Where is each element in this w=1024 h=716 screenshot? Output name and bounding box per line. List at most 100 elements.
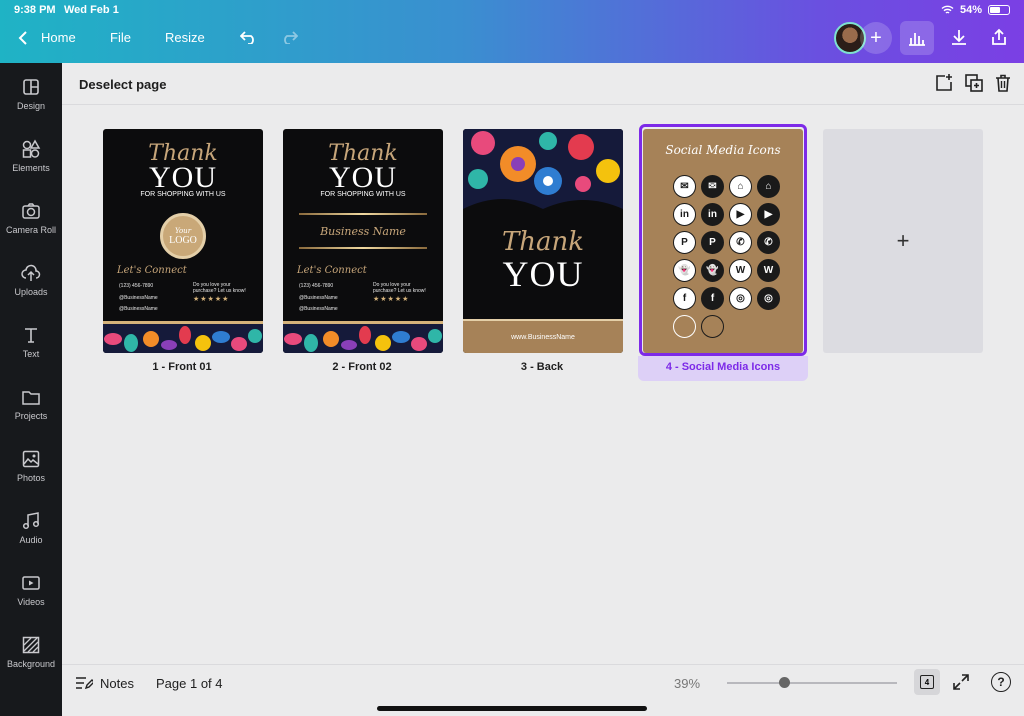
insights-button[interactable] — [900, 21, 934, 55]
resize-button[interactable]: Resize — [165, 30, 205, 45]
page-thumbnail-2[interactable]: Thank YOU FOR SHOPPING WITH US Business … — [283, 129, 443, 353]
shopping-text: FOR SHOPPING WITH US — [320, 191, 406, 198]
file-menu-button[interactable]: File — [110, 30, 131, 45]
download-button[interactable] — [948, 26, 970, 48]
sidebar-item-label: Background — [6, 659, 56, 669]
floral-strip — [103, 321, 263, 353]
sidebar-item-projects[interactable]: Projects — [0, 373, 62, 423]
page-header: Deselect page — [62, 63, 1024, 105]
fullscreen-icon[interactable] — [953, 674, 969, 690]
sidebar-item-audio[interactable]: Audio — [0, 497, 62, 547]
page-label-3: 3 - Back — [520, 361, 564, 373]
status-time: 9:38 PM — [14, 4, 56, 16]
phone-text: (123) 456-7890 — [119, 283, 154, 289]
top-bar: 9:38 PM Wed Feb 1 54% Home File Resize + — [0, 0, 1024, 63]
page-thumbnail-3[interactable]: Thank YOU www.BusinessName — [463, 129, 623, 353]
sidebar-item-background[interactable]: Background — [0, 621, 62, 671]
background-pattern-icon — [22, 636, 40, 654]
website-band: www.BusinessName — [463, 319, 623, 353]
deselect-page-button[interactable]: Deselect page — [79, 77, 166, 92]
music-note-icon — [22, 512, 40, 530]
add-page-button[interactable]: + — [823, 129, 983, 353]
sidebar-item-label: Videos — [17, 597, 45, 607]
logo-bottom-text: LOGO — [169, 234, 197, 246]
sidebar-item-text[interactable]: Text — [0, 311, 62, 361]
undo-button[interactable] — [238, 26, 260, 48]
zoom-level[interactable]: 39% — [674, 676, 700, 691]
file-label: File — [110, 30, 131, 45]
plus-icon: + — [870, 26, 882, 49]
page-grid-button[interactable]: 4 — [914, 669, 940, 695]
home-label: Home — [41, 30, 76, 45]
love-text: Do you love your purchase? Let us know! — [373, 282, 426, 294]
status-bar: 9:38 PM Wed Feb 1 54% — [14, 4, 1010, 18]
rating-stars: ★★★★★ — [373, 296, 410, 303]
notes-button[interactable]: Notes — [100, 676, 134, 691]
sidebar-item-uploads[interactable]: Uploads — [0, 249, 62, 299]
notes-icon[interactable] — [75, 675, 93, 691]
sidebar: Design Elements Camera Roll Uploads Text… — [0, 63, 62, 716]
logo-placeholder: Your LOGO — [160, 213, 206, 259]
page-label-1: 1 - Front 01 — [152, 361, 212, 373]
sidebar-item-label: Projects — [14, 411, 48, 421]
home-button[interactable]: Home — [18, 30, 76, 45]
invite-button[interactable]: + — [860, 22, 892, 54]
page-count-badge: 4 — [920, 675, 934, 689]
page-label-2: 2 - Front 02 — [332, 361, 392, 373]
connect-script: Let's Connect — [117, 265, 187, 276]
you-heading: YOU — [149, 161, 217, 194]
share-button[interactable] — [988, 26, 1010, 48]
selected-page-frame — [639, 124, 807, 356]
status-right: 54% — [941, 4, 1010, 16]
redo-button[interactable] — [278, 26, 300, 48]
share-icon — [992, 28, 1006, 45]
handle-text: @BusinessName — [119, 306, 158, 312]
battery-percent: 54% — [959, 4, 982, 16]
layout-icon — [23, 79, 39, 95]
duplicate-page-icon[interactable] — [964, 73, 984, 93]
sidebar-item-label: Audio — [19, 535, 43, 545]
plus-icon: + — [896, 228, 910, 253]
shopping-text: FOR SHOPPING WITH US — [140, 191, 226, 198]
sidebar-item-label: Elements — [12, 163, 50, 173]
trash-icon[interactable] — [993, 73, 1013, 93]
status-date: Wed Feb 1 — [64, 4, 119, 16]
sidebar-item-elements[interactable]: Elements — [0, 125, 62, 175]
add-page-icon[interactable] — [934, 73, 954, 93]
page-label-4: 4 - Social Media Icons — [665, 361, 781, 373]
folder-icon — [22, 391, 40, 405]
page-indicator[interactable]: Page 1 of 4 — [156, 676, 223, 691]
video-icon — [22, 576, 40, 590]
handle-text: @BusinessName — [119, 295, 158, 301]
sidebar-item-camera-roll[interactable]: Camera Roll — [0, 187, 62, 237]
redo-icon — [284, 31, 298, 44]
business-name-script: Business Name — [320, 225, 406, 238]
sidebar-item-photos[interactable]: Photos — [0, 435, 62, 485]
phone-text: (123) 456-7890 — [299, 283, 334, 289]
sidebar-item-label: Design — [16, 101, 45, 111]
love-text: Do you love your purchase? Let us know! — [193, 282, 246, 294]
sidebar-item-videos[interactable]: Videos — [0, 559, 62, 609]
zoom-slider-handle[interactable] — [779, 677, 790, 688]
you-heading: YOU — [502, 254, 584, 294]
resize-label: Resize — [165, 30, 205, 45]
you-heading: YOU — [329, 161, 397, 194]
help-button[interactable]: ? — [991, 672, 1011, 692]
sidebar-item-label: Text — [22, 349, 40, 359]
shapes-icon — [22, 139, 41, 158]
floral-strip — [283, 321, 443, 353]
rating-stars: ★★★★★ — [193, 296, 230, 303]
page-thumbnail-1[interactable]: Thank YOU FOR SHOPPING WITH US Your LOGO… — [103, 129, 263, 353]
chevron-left-icon — [18, 30, 27, 45]
gold-divider — [299, 247, 427, 249]
sidebar-item-design[interactable]: Design — [0, 63, 62, 113]
handle-text: @BusinessName — [299, 295, 338, 301]
zoom-slider-track[interactable] — [727, 682, 897, 684]
connect-script: Let's Connect — [297, 265, 367, 276]
sidebar-item-label: Camera Roll — [5, 225, 56, 235]
sidebar-item-label: Uploads — [14, 287, 48, 297]
wifi-icon — [941, 5, 954, 14]
home-indicator — [377, 706, 647, 711]
handle-text: @BusinessName — [299, 306, 338, 312]
cloud-upload-icon — [21, 264, 41, 281]
